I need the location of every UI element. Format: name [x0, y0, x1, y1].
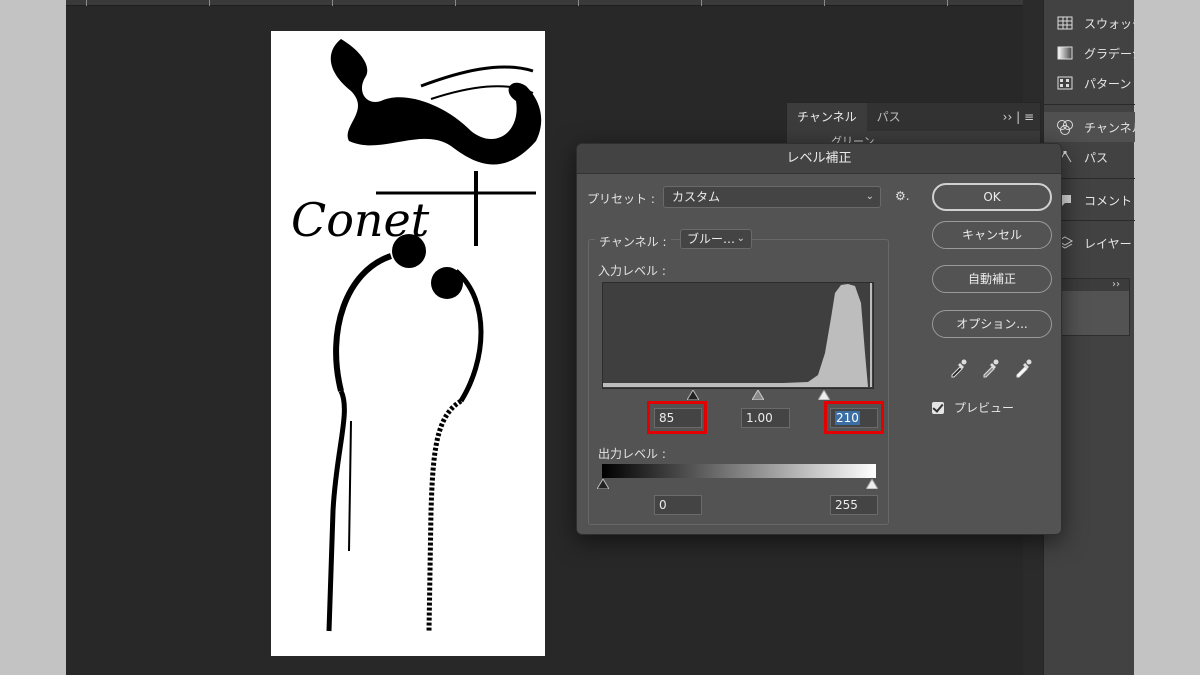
- options-button[interactable]: オプション...: [932, 310, 1052, 338]
- preset-select[interactable]: カスタム ⌄: [663, 186, 881, 208]
- output-white-slider[interactable]: [866, 479, 878, 489]
- chevron-down-icon: ⌄: [736, 233, 745, 244]
- panel-menu-button[interactable]: ›› | ≡: [1003, 103, 1040, 131]
- black-eyedropper-icon[interactable]: [949, 358, 967, 378]
- panel-gradients[interactable]: グラデーション: [1044, 38, 1135, 68]
- tab-paths[interactable]: パス: [867, 103, 911, 131]
- channel-select[interactable]: ブルー… ⌄: [680, 229, 752, 249]
- dialog-title: レベル補正: [577, 144, 1061, 174]
- output-levels-label: 出力レベル :: [598, 447, 666, 461]
- panel-label: パス: [1084, 150, 1109, 165]
- document-canvas[interactable]: Conet: [271, 31, 545, 656]
- panel-label: スウォッチ: [1084, 16, 1135, 31]
- tab-channels[interactable]: チャンネル: [787, 103, 867, 131]
- brush-artwork: Conet: [291, 39, 542, 632]
- swatches-icon: [1056, 15, 1074, 31]
- chevron-down-icon: ⌄: [865, 191, 874, 202]
- highlight-box-black: [647, 401, 707, 434]
- white-eyedropper-icon[interactable]: [1014, 358, 1032, 378]
- output-black-slider[interactable]: [597, 479, 609, 489]
- input-black-slider[interactable]: [687, 390, 699, 400]
- levels-dialog: レベル補正 プリセット : カスタム ⌄ ⚙. チャンネル : ブルー… ⌄ 入…: [576, 143, 1062, 535]
- panel-label: グラデーション: [1084, 46, 1135, 61]
- cancel-button[interactable]: キャンセル: [932, 221, 1052, 249]
- input-gamma-field[interactable]: 1.00: [741, 408, 790, 428]
- panel-label: パターン: [1084, 76, 1132, 91]
- gray-eyedropper-icon[interactable]: [981, 358, 999, 378]
- panel-channels[interactable]: チャンネル: [1044, 112, 1135, 142]
- histogram: [602, 282, 874, 389]
- input-white-slider[interactable]: [818, 390, 830, 400]
- input-gamma-slider[interactable]: [752, 390, 764, 400]
- ok-button[interactable]: OK: [932, 183, 1052, 211]
- output-gradient: [602, 464, 876, 478]
- channel-value: ブルー…: [687, 232, 736, 246]
- preview-label: プレビュー: [954, 401, 1015, 415]
- preset-label: プリセット :: [587, 192, 655, 206]
- panel-label: コメント: [1084, 193, 1133, 208]
- auto-button[interactable]: 自動補正: [932, 265, 1052, 293]
- output-white-field[interactable]: 255: [830, 495, 878, 515]
- channels-icon: [1056, 119, 1074, 135]
- channel-label: チャンネル :: [595, 233, 671, 250]
- letterbox-left: [0, 0, 66, 675]
- panel-label: レイヤー: [1084, 236, 1132, 251]
- preview-checkbox[interactable]: [932, 401, 944, 414]
- pattern-icon: [1056, 75, 1074, 91]
- highlight-box-white: [824, 401, 884, 434]
- preset-gear-icon[interactable]: ⚙.: [895, 189, 910, 203]
- preview-toggle[interactable]: プレビュー: [932, 399, 1014, 416]
- panel-label: チャンネル: [1084, 120, 1135, 135]
- panel-patterns[interactable]: パターン: [1044, 68, 1135, 98]
- panel-swatches[interactable]: スウォッチ: [1044, 8, 1135, 38]
- letterbox-right: [1134, 0, 1200, 675]
- gradient-icon: [1056, 45, 1074, 61]
- preset-value: カスタム: [672, 190, 721, 204]
- output-black-field[interactable]: 0: [654, 495, 702, 515]
- horizontal-ruler[interactable]: [66, 0, 1023, 6]
- input-levels-label: 入力レベル :: [598, 264, 666, 278]
